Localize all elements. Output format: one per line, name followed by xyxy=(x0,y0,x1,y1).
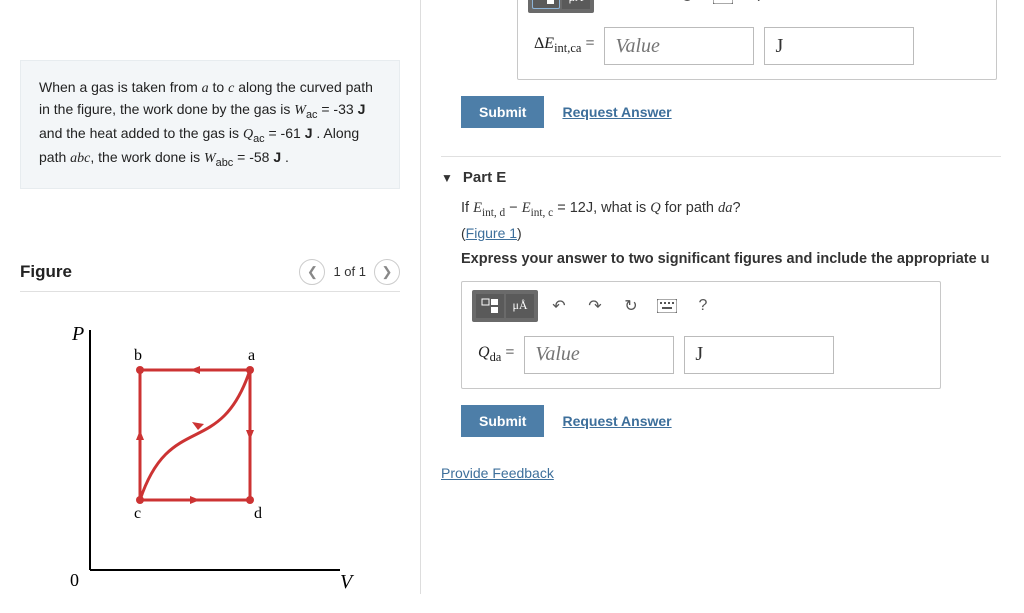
variable-label-deint: ΔEint,ca = xyxy=(534,35,594,56)
part-e-instruction: Express your answer to two significant f… xyxy=(461,251,1001,267)
help-icon[interactable]: ? xyxy=(688,292,718,320)
figure-title: Figure xyxy=(20,262,72,282)
figure-pager-text: 1 of 1 xyxy=(333,264,366,279)
node-b-label: b xyxy=(134,347,142,364)
figure-link[interactable]: Figure 1 xyxy=(466,225,517,241)
figure-next-button[interactable]: ❯ xyxy=(374,259,400,285)
redo-icon[interactable]: ↷ xyxy=(580,292,610,320)
part-e-title: Part E xyxy=(463,169,506,186)
value-input-e[interactable] xyxy=(524,336,674,374)
undo-icon[interactable]: ↶ xyxy=(600,0,630,11)
undo-icon[interactable]: ↶ xyxy=(544,292,574,320)
problem-statement: When a gas is taken from a to c along th… xyxy=(20,60,400,189)
template-icon[interactable] xyxy=(476,294,504,318)
reset-icon[interactable]: ↻ xyxy=(616,292,646,320)
node-d-label: d xyxy=(254,505,262,522)
figure-prev-button[interactable]: ❮ xyxy=(299,259,325,285)
axis-p-label: P xyxy=(71,323,84,345)
node-c-label: c xyxy=(134,505,141,522)
symbols-button[interactable]: μÅ xyxy=(506,294,534,318)
units-box-top[interactable]: J xyxy=(764,27,914,65)
request-answer-link-top[interactable]: Request Answer xyxy=(562,104,671,120)
part-d-answer-block: μÅ ↶ ↷ ↻ ? ΔEint,ca = J xyxy=(441,0,1024,128)
figure-diagram: P V 0 xyxy=(20,310,400,613)
provide-feedback-link[interactable]: Provide Feedback xyxy=(441,465,554,481)
help-icon[interactable]: ? xyxy=(744,0,774,11)
axis-v-label: V xyxy=(340,571,355,593)
caret-down-icon: ▼ xyxy=(441,171,453,185)
request-answer-link-e[interactable]: Request Answer xyxy=(562,413,671,429)
value-input-top[interactable] xyxy=(604,27,754,65)
part-e-body: If Eint, d − Eint, c = 12J, what is Q fo… xyxy=(441,194,1001,437)
template-icon[interactable] xyxy=(532,0,560,9)
answer-toolbar-top: μÅ ↶ ↷ ↻ ? xyxy=(518,0,996,13)
symbols-button[interactable]: μÅ xyxy=(562,0,590,9)
variable-label-qda: Qda = xyxy=(478,344,514,365)
keyboard-icon[interactable] xyxy=(652,292,682,320)
part-e-prompt: If Eint, d − Eint, c = 12J, what is Q fo… xyxy=(461,200,1001,219)
answer-toolbar-e: μÅ ↶ ↷ ↻ ? xyxy=(462,282,940,322)
part-e-header[interactable]: ▼ Part E xyxy=(441,156,1001,194)
axis-origin-label: 0 xyxy=(70,570,79,590)
units-box-e[interactable]: J xyxy=(684,336,834,374)
submit-button-e[interactable]: Submit xyxy=(461,405,544,437)
submit-button-top[interactable]: Submit xyxy=(461,96,544,128)
keyboard-icon[interactable] xyxy=(708,0,738,11)
node-a-label: a xyxy=(248,347,255,364)
figure-header: Figure ❮ 1 of 1 ❯ xyxy=(20,259,400,292)
redo-icon[interactable]: ↷ xyxy=(636,0,666,11)
reset-icon[interactable]: ↻ xyxy=(672,0,702,11)
